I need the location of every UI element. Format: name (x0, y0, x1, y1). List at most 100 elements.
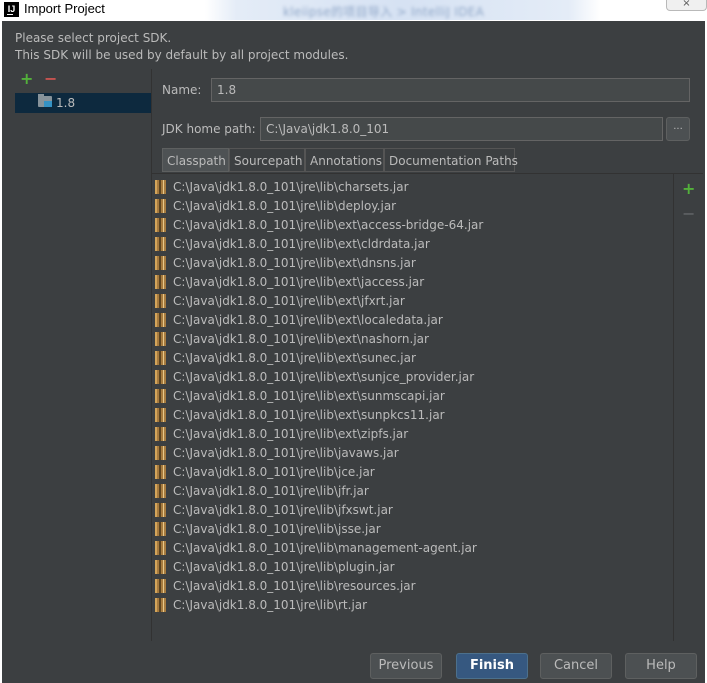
background-caption-text: kleiipse的项目导入 > IntelliJ IDEA (283, 5, 485, 19)
classpath-entry: C:\Java\jdk1.8.0_101\jre\lib\plugin.jar (173, 560, 395, 574)
classpath-entry: C:\Java\jdk1.8.0_101\jre\lib\ext\access-… (173, 218, 484, 232)
classpath-entry: C:\Java\jdk1.8.0_101\jre\lib\ext\sunec.j… (173, 351, 416, 365)
tab-sourcepath[interactable]: Sourcepath (229, 148, 305, 172)
import-project-dialog: Please select project SDK. This SDK will… (2, 21, 705, 683)
sdk-item-label: 1.8 (56, 96, 76, 110)
jar-icon (155, 484, 166, 498)
classpath-row[interactable]: C:\Java\jdk1.8.0_101\jre\lib\management-… (152, 539, 673, 558)
remove-sdk-icon[interactable]: − (44, 71, 57, 87)
classpath-entry: C:\Java\jdk1.8.0_101\jre\lib\ext\nashorn… (173, 332, 429, 346)
jar-icon (155, 237, 166, 251)
jar-icon (155, 503, 166, 517)
jar-icon (155, 199, 166, 213)
name-label: Name: (162, 83, 202, 97)
classpath-row[interactable]: C:\Java\jdk1.8.0_101\jre\lib\ext\cldrdat… (152, 235, 673, 254)
jar-icon (155, 579, 166, 593)
cancel-button[interactable]: Cancel (540, 653, 612, 679)
intellij-app-icon: IJ (4, 2, 19, 17)
classpath-list: C:\Java\jdk1.8.0_101\jre\lib\charsets.ja… (152, 175, 673, 641)
jar-icon (155, 332, 166, 346)
tab-annotations[interactable]: Annotations (305, 148, 384, 172)
classpath-row[interactable]: C:\Java\jdk1.8.0_101\jre\lib\ext\sunec.j… (152, 349, 673, 368)
jar-icon (155, 256, 166, 270)
classpath-row[interactable]: C:\Java\jdk1.8.0_101\jre\lib\jce.jar (152, 463, 673, 482)
classpath-entry: C:\Java\jdk1.8.0_101\jre\lib\ext\sunmsca… (173, 389, 445, 403)
classpath-entry: C:\Java\jdk1.8.0_101\jre\lib\jce.jar (173, 465, 375, 479)
classpath-panel: C:\Java\jdk1.8.0_101\jre\lib\charsets.ja… (152, 173, 703, 641)
classpath-row[interactable]: C:\Java\jdk1.8.0_101\jre\lib\ext\sunmsca… (152, 387, 673, 406)
classpath-entry: C:\Java\jdk1.8.0_101\jre\lib\resources.j… (173, 579, 416, 593)
jar-icon (155, 560, 166, 574)
remove-path-icon[interactable]: − (682, 204, 695, 223)
classpath-entry: C:\Java\jdk1.8.0_101\jre\lib\ext\dnsns.j… (173, 256, 416, 270)
classpath-entry: C:\Java\jdk1.8.0_101\jre\lib\jsse.jar (173, 522, 381, 536)
previous-button-label: Previous (378, 658, 434, 673)
classpath-entry: C:\Java\jdk1.8.0_101\jre\lib\javaws.jar (173, 446, 399, 460)
jar-icon (155, 598, 166, 612)
classpath-row[interactable]: C:\Java\jdk1.8.0_101\jre\lib\ext\jfxrt.j… (152, 292, 673, 311)
classpath-row[interactable]: C:\Java\jdk1.8.0_101\jre\lib\ext\nashorn… (152, 330, 673, 349)
window-title: Import Project (24, 1, 105, 16)
classpath-row[interactable]: C:\Java\jdk1.8.0_101\jre\lib\deploy.jar (152, 197, 673, 216)
sdk-list-item[interactable]: 1.8 (15, 93, 152, 113)
classpath-row[interactable]: C:\Java\jdk1.8.0_101\jre\lib\ext\zipfs.j… (152, 425, 673, 444)
jar-icon (155, 180, 166, 194)
close-button[interactable]: × (666, 0, 707, 11)
toolbar-divider (673, 174, 674, 641)
finish-button[interactable]: Finish (456, 653, 528, 679)
classpath-entry: C:\Java\jdk1.8.0_101\jre\lib\jfr.jar (173, 484, 369, 498)
classpath-row[interactable]: C:\Java\jdk1.8.0_101\jre\lib\jsse.jar (152, 520, 673, 539)
classpath-row[interactable]: C:\Java\jdk1.8.0_101\jre\lib\plugin.jar (152, 558, 673, 577)
classpath-entry: C:\Java\jdk1.8.0_101\jre\lib\ext\sunjce_… (173, 370, 475, 384)
jar-icon (155, 408, 166, 422)
classpath-row[interactable]: C:\Java\jdk1.8.0_101\jre\lib\ext\access-… (152, 216, 673, 235)
jar-icon (155, 313, 166, 327)
classpath-entry: C:\Java\jdk1.8.0_101\jre\lib\rt.jar (173, 598, 368, 612)
classpath-entry: C:\Java\jdk1.8.0_101\jre\lib\management-… (173, 541, 477, 555)
classpath-entry: C:\Java\jdk1.8.0_101\jre\lib\charsets.ja… (173, 180, 409, 194)
jar-icon (155, 541, 166, 555)
classpath-row[interactable]: C:\Java\jdk1.8.0_101\jre\lib\ext\localed… (152, 311, 673, 330)
classpath-row[interactable]: C:\Java\jdk1.8.0_101\jre\lib\ext\sunpkcs… (152, 406, 673, 425)
add-path-icon[interactable]: + (682, 179, 695, 198)
jar-icon (155, 427, 166, 441)
classpath-entry: C:\Java\jdk1.8.0_101\jre\lib\ext\jfxrt.j… (173, 294, 405, 308)
classpath-entry: C:\Java\jdk1.8.0_101\jre\lib\ext\sunpkcs… (173, 408, 445, 422)
classpath-row[interactable]: C:\Java\jdk1.8.0_101\jre\lib\rt.jar (152, 596, 673, 615)
classpath-row[interactable]: C:\Java\jdk1.8.0_101\jre\lib\charsets.ja… (152, 178, 673, 197)
description-line-2: This SDK will be used by default by all … (15, 48, 349, 62)
jar-icon (155, 522, 166, 536)
sdk-list: 1.8 (15, 93, 152, 641)
classpath-entry: C:\Java\jdk1.8.0_101\jre\lib\ext\zipfs.j… (173, 427, 409, 441)
jar-icon (155, 218, 166, 232)
classpath-row[interactable]: C:\Java\jdk1.8.0_101\jre\lib\ext\jaccess… (152, 273, 673, 292)
help-button[interactable]: Help (625, 653, 697, 679)
cancel-button-label: Cancel (553, 658, 599, 673)
tab-classpath[interactable]: Classpath (162, 148, 229, 172)
add-sdk-icon[interactable]: + (20, 71, 33, 87)
classpath-row[interactable]: C:\Java\jdk1.8.0_101\jre\lib\jfr.jar (152, 482, 673, 501)
previous-button[interactable]: Previous (370, 653, 442, 679)
name-field[interactable]: 1.8 (211, 78, 690, 102)
classpath-entry: C:\Java\jdk1.8.0_101\jre\lib\ext\jaccess… (173, 275, 425, 289)
jdk-home-label: JDK home path: (162, 122, 256, 136)
jar-icon (155, 370, 166, 384)
classpath-entry: C:\Java\jdk1.8.0_101\jre\lib\ext\localed… (173, 313, 443, 327)
background-window-caption: kleiipse的项目导入 > IntelliJ IDEA (205, 0, 600, 20)
description-line-1: Please select project SDK. (15, 31, 172, 45)
jar-icon (155, 294, 166, 308)
browse-button[interactable]: ... (666, 117, 690, 141)
classpath-row[interactable]: C:\Java\jdk1.8.0_101\jre\lib\ext\sunjce_… (152, 368, 673, 387)
classpath-row[interactable]: C:\Java\jdk1.8.0_101\jre\lib\jfxswt.jar (152, 501, 673, 520)
jar-icon (155, 446, 166, 460)
classpath-row[interactable]: C:\Java\jdk1.8.0_101\jre\lib\javaws.jar (152, 444, 673, 463)
classpath-entry: C:\Java\jdk1.8.0_101\jre\lib\deploy.jar (173, 199, 397, 213)
classpath-row[interactable]: C:\Java\jdk1.8.0_101\jre\lib\ext\dnsns.j… (152, 254, 673, 273)
jdk-home-field[interactable]: C:\Java\jdk1.8.0_101 (260, 117, 663, 141)
classpath-row[interactable]: C:\Java\jdk1.8.0_101\jre\lib\resources.j… (152, 577, 673, 596)
jar-icon (155, 351, 166, 365)
jar-icon (155, 389, 166, 403)
folder-sdk-icon (38, 94, 52, 107)
tab-documentation-paths[interactable]: Documentation Paths (384, 148, 518, 172)
jar-icon (155, 465, 166, 479)
